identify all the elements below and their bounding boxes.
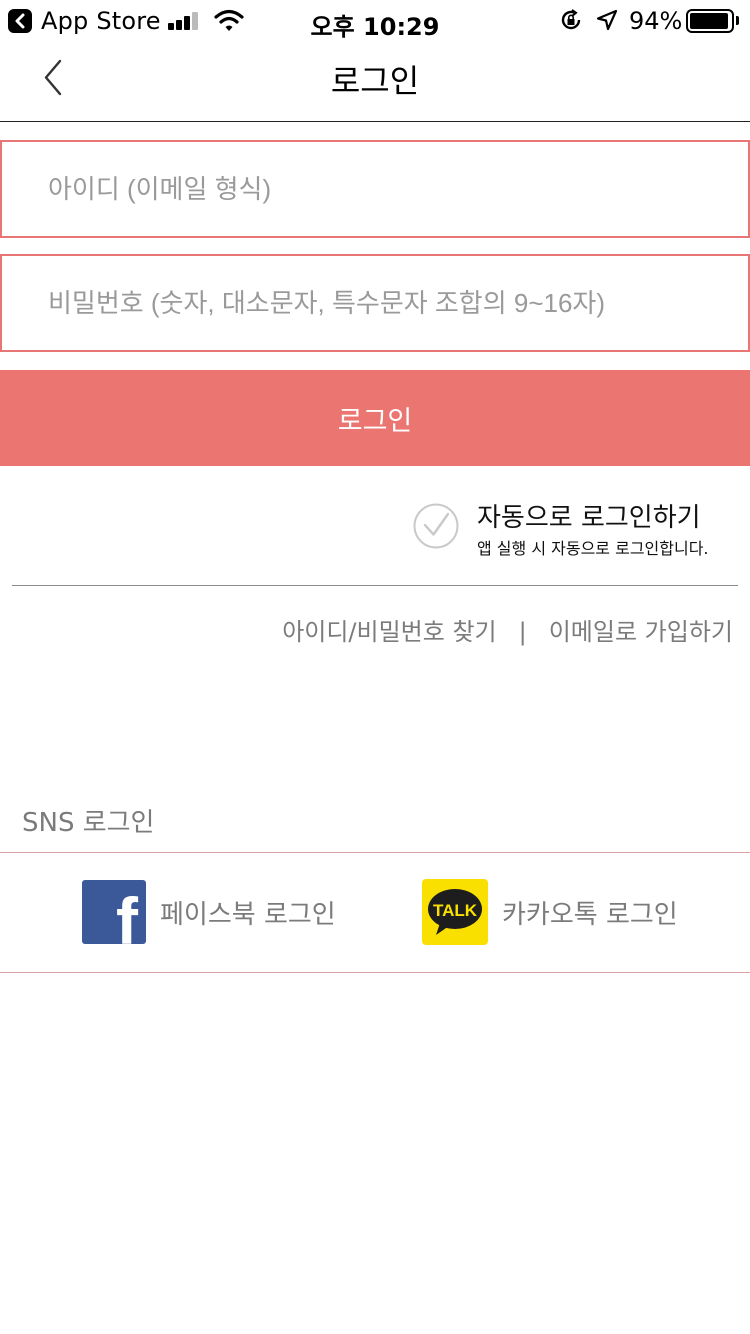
battery-percent: 94% (629, 7, 683, 35)
facebook-icon: f (82, 880, 146, 944)
sns-divider-top (0, 852, 750, 853)
auto-login-label[interactable]: 자동으로 로그인하기 (477, 497, 701, 534)
signup-email-link[interactable]: 이메일로 가입하기 (549, 612, 733, 647)
email-field[interactable] (2, 142, 748, 236)
page-title: 로그인 (330, 62, 420, 100)
find-account-link[interactable]: 아이디/비밀번호 찾기 (282, 612, 496, 647)
rotation-lock-icon (561, 9, 581, 30)
kakao-login-button[interactable]: TALK 카카오톡 로그인 (422, 879, 678, 945)
kakao-login-label: 카카오톡 로그인 (502, 899, 678, 930)
battery-cap (736, 16, 739, 25)
login-button[interactable]: 로그인 (0, 370, 750, 466)
facebook-login-button[interactable]: f 페이스북 로그인 (82, 880, 336, 944)
status-bar: App Store 오후 10:29 94% (0, 0, 750, 42)
sns-section-title: SNS 로그인 (22, 808, 155, 838)
password-field[interactable] (2, 256, 748, 350)
auto-login-description: 앱 실행 시 자동으로 로그인합니다. (477, 539, 709, 558)
sns-divider-bottom (0, 972, 750, 973)
location-icon (596, 9, 618, 31)
auto-login-checkbox-icon[interactable] (412, 502, 460, 550)
id-field-container (0, 140, 750, 238)
link-separator: | (518, 618, 527, 646)
svg-text:TALK: TALK (433, 901, 478, 920)
nav-bar: 로그인 (0, 42, 750, 122)
password-field-container (0, 254, 750, 352)
kakaotalk-icon: TALK (422, 879, 488, 945)
account-links: 아이디/비밀번호 찾기 | 이메일로 가입하기 (282, 612, 733, 647)
facebook-login-label: 페이스북 로그인 (160, 899, 336, 930)
battery-icon (686, 9, 734, 33)
divider (12, 585, 738, 586)
